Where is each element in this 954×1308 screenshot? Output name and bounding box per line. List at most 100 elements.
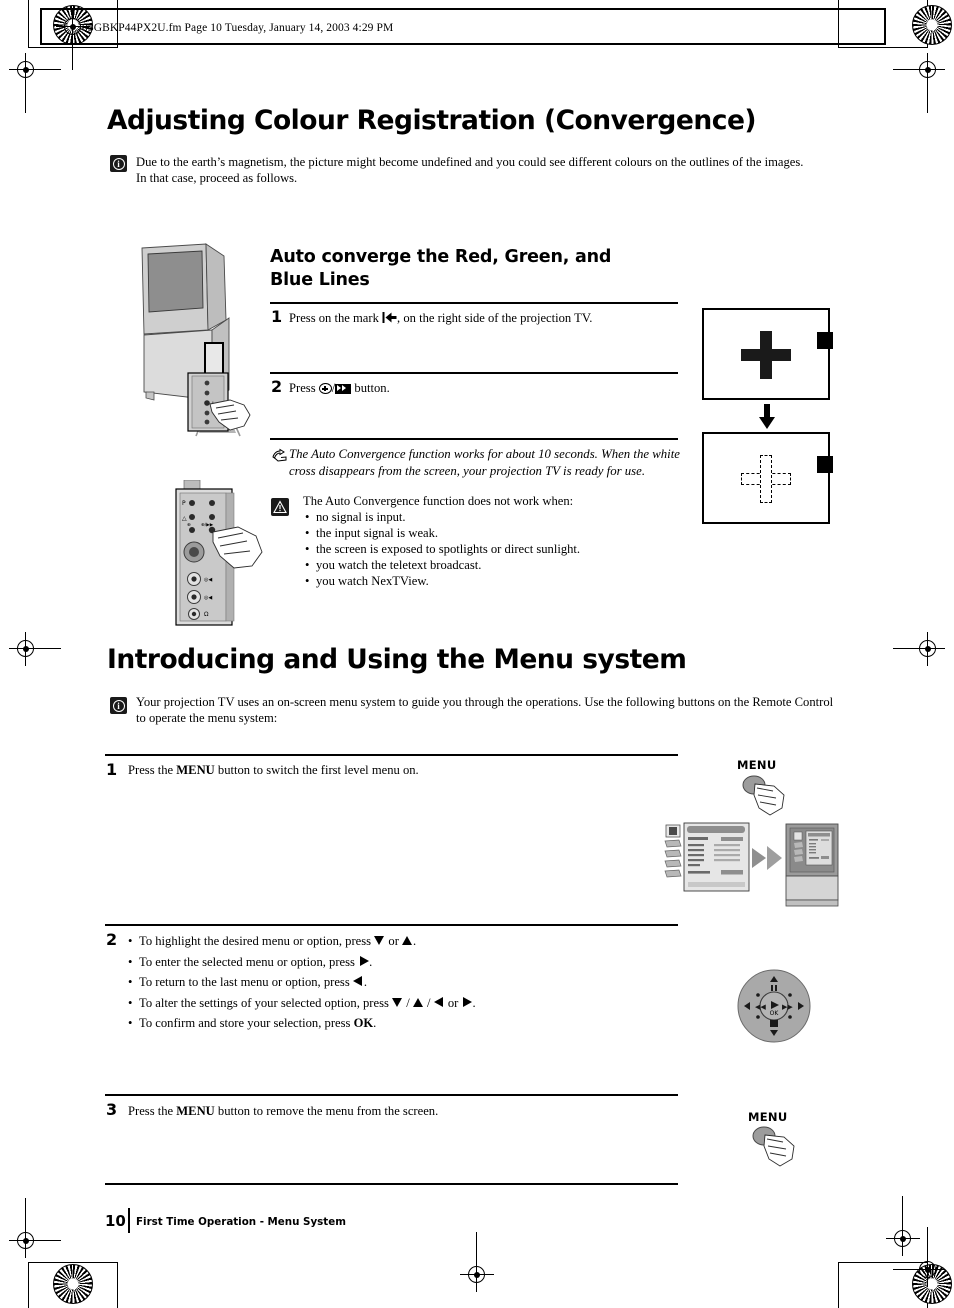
- step-number-3-menu: 3: [106, 1100, 118, 1119]
- step-number-2-convergence: 2: [271, 377, 283, 396]
- header-bottom-rule: [40, 43, 886, 45]
- step-number-1-menu: 1: [106, 760, 118, 779]
- divider-above-menu-step2: [105, 924, 678, 926]
- warning-icon: [271, 498, 289, 516]
- divider-above-step1: [270, 302, 678, 304]
- warning-item: the screen is exposed to spotlights or d…: [305, 541, 685, 557]
- arrow-up-icon: [412, 997, 424, 1008]
- header-left-rule: [40, 8, 42, 45]
- step-number-2-menu: 2: [106, 930, 118, 949]
- svg-text:△: △: [182, 515, 187, 522]
- screen-illustration-before: [702, 308, 833, 400]
- info-icon-menu: [110, 697, 127, 714]
- svg-text:▶▶: ▶▶: [782, 1003, 793, 1011]
- dpad-ok-label: OK: [770, 1010, 780, 1017]
- illustration-menu-press-top: [740, 775, 802, 825]
- section-title-convergence: Adjusting Colour Registration (Convergen…: [107, 105, 757, 136]
- cross-pad-button-icon: [318, 383, 332, 394]
- warning-item: you watch the teletext broadcast.: [305, 557, 685, 573]
- bullet-1-text-after: .: [413, 934, 417, 948]
- svg-text:◎◀: ◎◀: [204, 595, 212, 601]
- warning-item: you watch NexTView.: [305, 573, 685, 589]
- fast-forward-button-icon: [335, 384, 352, 394]
- divider-above-step2: [270, 372, 678, 374]
- step-3-menu-text: Press the MENU button to remove the menu…: [128, 1104, 438, 1120]
- screen-illustration-after: [702, 432, 833, 524]
- list-item: To alter the settings of your selected o…: [128, 993, 648, 1014]
- registration-mark-middle-left: [9, 632, 61, 666]
- divider-footer: [105, 1183, 678, 1185]
- bullet-4-text-after: .: [472, 995, 476, 1010]
- document-page: 03GBKP44PX2U.fm Page 10 Tuesday, January…: [0, 0, 954, 1308]
- list-item: To return to the last menu or option, pr…: [128, 972, 648, 993]
- registration-mark-bottom-left: [9, 1198, 61, 1258]
- menu-button-label-bottom: MENU: [748, 1110, 788, 1124]
- step-1-text-after: , on the right side of the projection TV…: [397, 311, 593, 325]
- tip-note-line1: The Auto Convergence function works for …: [289, 447, 680, 461]
- step-1-menu-text-before: Press the: [128, 763, 174, 777]
- header-top-rule: [40, 8, 886, 10]
- list-item: To enter the selected menu or option, pr…: [128, 952, 648, 973]
- bullet-4-conj: or: [447, 995, 459, 1010]
- warning-item-list: no signal is input. the input signal is …: [305, 509, 685, 590]
- illustration-control-panel: P △ ⊕ ⊕/▶▶ ◎◀ ◎◀ Ω: [168, 479, 268, 635]
- registration-starburst-top-right: [912, 5, 952, 45]
- menu-info-note: Your projection TV uses an on-screen men…: [136, 695, 841, 726]
- footer-separator-bar: [128, 1208, 130, 1233]
- arrow-down-icon: [374, 935, 385, 946]
- info-icon: [110, 155, 127, 172]
- subsection-title-line1: Auto converge the Red, Green, and: [270, 247, 612, 267]
- illustration-osd-menu: [664, 820, 840, 910]
- arrow-up-icon: [402, 935, 413, 946]
- section-title-menu-system: Introducing and Using the Menu system: [107, 644, 687, 675]
- bullet-4-sep1: /: [406, 995, 410, 1010]
- step-3-menu-bold: MENU: [176, 1104, 215, 1118]
- bullet-5-bold: OK: [353, 1016, 374, 1030]
- page-number: 10: [105, 1212, 126, 1230]
- arrow-left-icon: [433, 996, 445, 1008]
- registration-mark-bottom-right: [893, 1227, 945, 1287]
- bullet-1-text-before: To highlight the desired menu or option,…: [139, 934, 372, 948]
- registration-mark-middle-right: [893, 632, 945, 666]
- registration-mark-bottom-right-upper: [886, 1196, 920, 1256]
- svg-text:◀◀: ◀◀: [755, 1003, 766, 1011]
- illustration-remote-dpad: OK ◀◀ ▶▶: [736, 968, 812, 1044]
- bar-left-arrow-icon: [382, 311, 397, 324]
- list-item: To confirm and store your selection, pre…: [128, 1013, 648, 1034]
- svg-text:⊕: ⊕: [187, 523, 191, 528]
- registration-starburst-bottom-left: [53, 1264, 93, 1304]
- convergence-info-note: Due to the earth’s magnetism, the pictur…: [136, 155, 836, 186]
- bullet-3-text-before: To return to the last menu or option, pr…: [139, 975, 350, 989]
- tip-note-line2: cross disappears from the screen, your p…: [289, 463, 646, 478]
- bullet-1-conj: or: [388, 934, 399, 948]
- step-1-menu-text-after: button to switch the first level menu on…: [217, 763, 419, 777]
- arrow-right-icon: [461, 996, 473, 1008]
- bullet-4-sep2: /: [427, 995, 431, 1010]
- arrow-down-icon: [392, 997, 403, 1008]
- divider-above-menu-step1: [105, 754, 678, 756]
- step-2-text-after: button.: [354, 381, 390, 395]
- arrow-left-icon: [352, 976, 364, 987]
- convergence-info-note-text: Due to the earth’s magnetism, the pictur…: [136, 155, 804, 169]
- step-1-text-before: Press on the mark: [289, 311, 379, 325]
- bullet-5-text-after: .: [373, 1016, 377, 1030]
- step-1-convergence-text: Press on the mark , on the right side of…: [289, 311, 679, 327]
- svg-text:Ω: Ω: [204, 611, 209, 618]
- svg-text:⊕/▶▶: ⊕/▶▶: [201, 522, 214, 528]
- subsection-title-auto-converge: Auto converge the Red, Green, and Blue L…: [270, 246, 670, 292]
- step-2-bullet-list: To highlight the desired menu or option,…: [128, 931, 648, 1034]
- step-3-menu-text-after: button to remove the menu from the scree…: [217, 1104, 439, 1118]
- footer-section-label: First Time Operation - Menu System: [136, 1216, 346, 1228]
- step-2-convergence-text: Press / button.: [289, 381, 390, 397]
- pointing-hand-icon: [272, 448, 288, 462]
- subsection-title-line2: Blue Lines: [270, 270, 370, 290]
- list-item: To highlight the desired menu or option,…: [128, 931, 648, 952]
- divider-below-step2: [270, 438, 678, 440]
- registration-mark-top-left: [9, 53, 61, 113]
- menu-button-label-top: MENU: [737, 758, 777, 772]
- file-path-header: 03GBKP44PX2U.fm Page 10 Tuesday, January…: [82, 22, 394, 34]
- divider-above-menu-step3: [105, 1094, 678, 1096]
- bullet-2-text-before: To enter the selected menu or option, pr…: [139, 954, 355, 969]
- screen-side-tab-after: [817, 456, 833, 473]
- illustration-side-panel-zoom: I←: [186, 372, 256, 434]
